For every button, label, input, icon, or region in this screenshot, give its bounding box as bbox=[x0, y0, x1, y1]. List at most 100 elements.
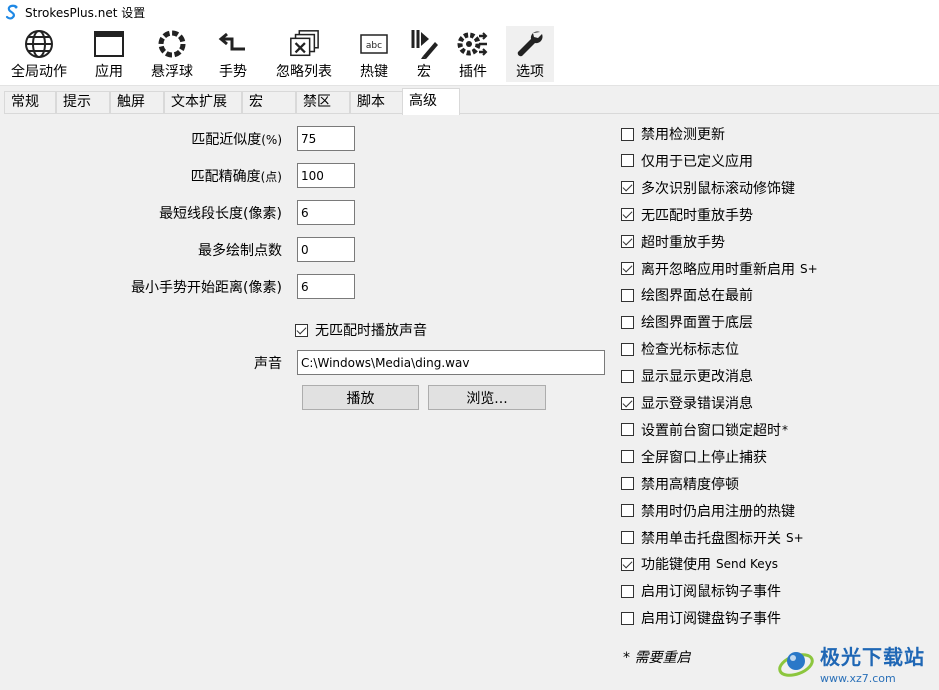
toolbar-label: 忽略列表 bbox=[276, 64, 332, 80]
checkbox-box bbox=[621, 235, 634, 249]
browse-sound-button[interactable]: 浏览... bbox=[428, 385, 546, 410]
tab-touch[interactable]: 触屏 bbox=[110, 91, 164, 114]
tab-restricted-zones[interactable]: 禁区 bbox=[296, 91, 350, 114]
toolbar-macros-button[interactable]: 宏 bbox=[406, 26, 442, 82]
watermark-logo-icon bbox=[778, 652, 814, 677]
match-similarity-label: 匹配近似度(%) bbox=[191, 132, 282, 148]
option-checkbox[interactable]: 禁用检测更新 bbox=[621, 124, 725, 144]
tab-advanced[interactable]: 高级 bbox=[402, 88, 460, 115]
watermark-title: 极光下载站 bbox=[820, 645, 925, 669]
min-gesture-start-distance-label: 最小手势开始距离(像素) bbox=[131, 280, 282, 296]
option-checkbox[interactable]: 超时重放手势 bbox=[621, 232, 725, 252]
checkbox-box bbox=[621, 450, 634, 464]
tab-macros[interactable]: 宏 bbox=[242, 91, 296, 114]
option-checkbox[interactable]: 功能键使用 Send Keys bbox=[621, 554, 778, 574]
checkbox-box bbox=[621, 262, 634, 275]
checkbox-suffix: S+ bbox=[800, 261, 818, 276]
option-checkbox[interactable]: 检查光标标志位 bbox=[621, 339, 739, 359]
match-precision-input[interactable]: 100 bbox=[297, 163, 355, 188]
min-segment-length-input[interactable]: 6 bbox=[297, 200, 355, 225]
checkbox-box bbox=[621, 369, 634, 383]
checkbox-label: 禁用检测更新 bbox=[641, 127, 725, 143]
option-checkbox[interactable]: 无匹配时重放手势 bbox=[621, 205, 753, 225]
watermark: 极光下载站 www.xz7.com bbox=[776, 636, 939, 690]
checkbox-box bbox=[621, 423, 634, 437]
tab-text-expansion[interactable]: 文本扩展 bbox=[164, 91, 242, 114]
min-gesture-start-distance-input[interactable]: 6 bbox=[297, 274, 355, 299]
toolbar-options-button[interactable]: 选项 bbox=[506, 26, 554, 82]
option-checkbox[interactable]: 启用订阅键盘钩子事件 bbox=[621, 608, 781, 628]
option-checkbox[interactable]: 禁用高精度停顿 bbox=[621, 474, 739, 494]
toolbar-label: 全局动作 bbox=[11, 64, 67, 80]
gesture-arrow-icon bbox=[217, 28, 249, 60]
toolbar-label: 手势 bbox=[219, 64, 247, 80]
option-checkbox[interactable]: 显示登录错误消息 bbox=[621, 393, 753, 413]
min-segment-length-label: 最短线段长度(像素) bbox=[159, 206, 282, 222]
plugin-gear-icon bbox=[457, 28, 489, 60]
option-checkbox[interactable]: 绘图界面置于底层 bbox=[621, 312, 753, 332]
tab-general[interactable]: 常规 bbox=[4, 91, 56, 114]
checkbox-label: 设置前台窗口锁定超时 bbox=[641, 422, 781, 439]
play-sound-no-match-checkbox[interactable]: 无匹配时播放声音 bbox=[295, 320, 427, 340]
play-sound-button[interactable]: 播放 bbox=[302, 385, 419, 410]
option-checkbox[interactable]: 离开忽略应用时重新启用 S+ bbox=[621, 259, 818, 279]
window-title: StrokesPlus.net 设置 bbox=[25, 5, 146, 20]
checkbox-label: 绘图界面置于底层 bbox=[641, 315, 753, 332]
checkbox-label: 超时重放手势 bbox=[641, 234, 725, 251]
option-checkbox[interactable]: 显示显示更改消息 bbox=[621, 366, 753, 386]
max-draw-points-label: 最多绘制点数 bbox=[198, 243, 282, 259]
tab-divider bbox=[4, 113, 939, 114]
option-checkbox[interactable]: 禁用单击托盘图标开关 S+ bbox=[621, 528, 804, 548]
match-precision-label: 匹配精确度(点) bbox=[190, 169, 282, 185]
option-checkbox[interactable]: 绘图界面总在最前 bbox=[621, 285, 753, 305]
checkbox-box bbox=[621, 154, 634, 168]
checkbox-label: 无匹配时重放手势 bbox=[641, 207, 753, 224]
option-checkbox[interactable]: 多次识别鼠标滚动修饰键 bbox=[621, 178, 795, 198]
checkbox-suffix: S+ bbox=[786, 530, 804, 545]
toolbar-global-actions-button[interactable]: 全局动作 bbox=[4, 26, 74, 82]
checkbox-label: 功能键使用 bbox=[641, 557, 711, 574]
sound-path-input[interactable]: C:\Windows\Media\ding.wav bbox=[297, 350, 605, 375]
toolbar-plugins-button[interactable]: 插件 bbox=[452, 26, 494, 82]
checkbox-label: 多次识别鼠标滚动修饰键 bbox=[641, 180, 795, 197]
checkbox-label: 启用订阅键盘钩子事件 bbox=[641, 611, 781, 628]
checkbox-label: 禁用高精度停顿 bbox=[641, 476, 739, 493]
option-checkbox[interactable]: 全屏窗口上停止捕获 bbox=[621, 447, 767, 467]
checkbox-box bbox=[621, 396, 634, 410]
option-checkbox[interactable]: 仅用于已定义应用 bbox=[621, 151, 753, 171]
toolbar-label: 悬浮球 bbox=[151, 64, 193, 80]
option-checkbox[interactable]: 设置前台窗口锁定超时 * bbox=[621, 420, 788, 440]
option-checkbox[interactable]: 启用订阅鼠标钩子事件 bbox=[621, 581, 781, 601]
checkbox-box bbox=[621, 557, 634, 571]
match-similarity-input[interactable]: 75 bbox=[297, 126, 355, 151]
checkbox-label: 启用订阅鼠标钩子事件 bbox=[641, 584, 781, 601]
toolbar-ignore-list-button[interactable]: 忽略列表 bbox=[268, 26, 340, 82]
tab-scripts[interactable]: 脚本 bbox=[350, 91, 404, 114]
toolbar: 全局动作 应用 悬浮球 手势 忽略列表 abc 热键 宏 插件 选项 bbox=[0, 24, 939, 86]
toolbar-hotkeys-button[interactable]: abc 热键 bbox=[352, 26, 396, 82]
toolbar-floating-ball-button[interactable]: 悬浮球 bbox=[144, 26, 200, 82]
checkbox-label: 绘图界面总在最前 bbox=[641, 288, 753, 305]
max-draw-points-input[interactable]: 0 bbox=[297, 237, 355, 262]
option-checkbox[interactable]: 禁用时仍启用注册的热键 bbox=[621, 501, 795, 521]
settings-tabs: 常规 提示 触屏 文本扩展 宏 禁区 脚本 高级 bbox=[0, 88, 939, 115]
checkbox-box bbox=[621, 477, 634, 491]
checkbox-box bbox=[621, 208, 634, 222]
svg-text:abc: abc bbox=[366, 41, 382, 51]
toolbar-apps-button[interactable]: 应用 bbox=[86, 26, 132, 82]
checkbox-label: 禁用单击托盘图标开关 bbox=[641, 530, 781, 547]
macro-pen-icon bbox=[408, 28, 440, 60]
tab-tips[interactable]: 提示 bbox=[56, 91, 110, 114]
watermark-url: www.xz7.com bbox=[820, 672, 896, 685]
toolbar-gestures-button[interactable]: 手势 bbox=[210, 26, 256, 82]
checkbox-label: 全屏窗口上停止捕获 bbox=[641, 449, 767, 466]
checkbox-box bbox=[621, 531, 634, 544]
app-logo-icon bbox=[5, 4, 18, 20]
checkbox-box bbox=[621, 181, 634, 195]
checkbox-label: 禁用时仍启用注册的热键 bbox=[641, 503, 795, 520]
ignore-windows-icon bbox=[288, 28, 320, 60]
toolbar-label: 应用 bbox=[95, 64, 123, 80]
checkbox-label: 检查光标标志位 bbox=[641, 342, 739, 359]
checkbox-box bbox=[295, 323, 308, 337]
toolbar-label: 热键 bbox=[360, 64, 388, 80]
